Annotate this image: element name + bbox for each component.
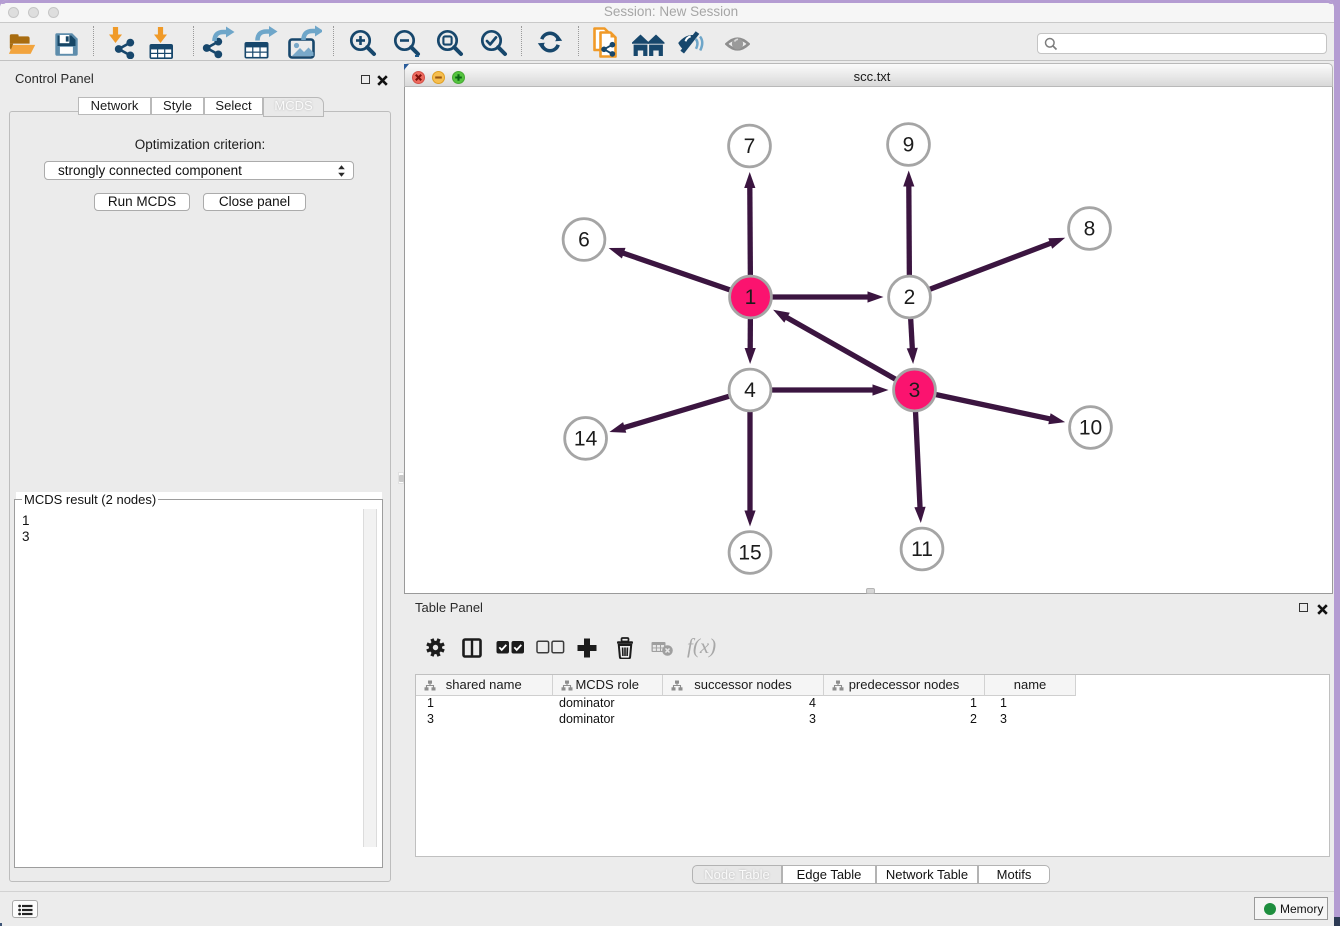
svg-text:4: 4 bbox=[744, 379, 756, 402]
svg-text:7: 7 bbox=[744, 135, 756, 158]
svg-text:15: 15 bbox=[738, 542, 761, 565]
svg-text:11: 11 bbox=[911, 538, 933, 561]
svg-text:2: 2 bbox=[904, 286, 916, 309]
svg-text:6: 6 bbox=[578, 229, 590, 252]
svg-text:8: 8 bbox=[1084, 218, 1096, 241]
svg-text:1: 1 bbox=[745, 286, 757, 309]
svg-text:9: 9 bbox=[903, 134, 915, 157]
svg-text:14: 14 bbox=[574, 427, 598, 450]
svg-text:10: 10 bbox=[1079, 417, 1102, 440]
svg-text:3: 3 bbox=[909, 379, 921, 402]
